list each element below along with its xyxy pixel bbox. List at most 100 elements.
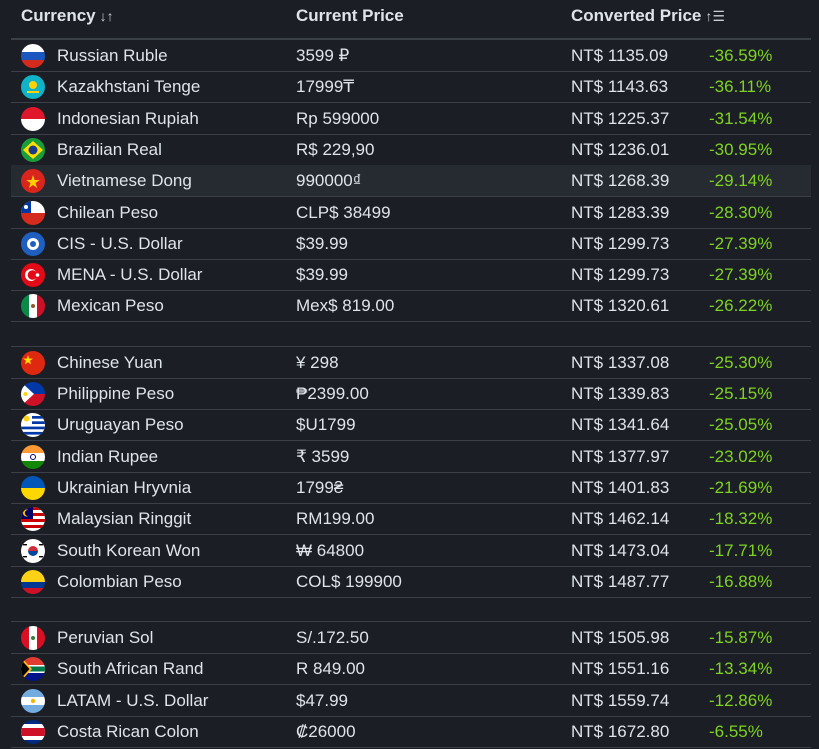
currency-name: LATAM - U.S. Dollar bbox=[57, 690, 209, 710]
currency-name: Malaysian Ringgit bbox=[57, 509, 192, 529]
table-row[interactable]: Colombian Peso COL$ 199900 NT$ 1487.77 -16.… bbox=[11, 566, 811, 598]
currency-header-label: Currency bbox=[21, 6, 96, 25]
kz-flag-icon bbox=[21, 75, 45, 100]
table-row[interactable]: Chinese Yuan ¥ 298 NT$ 1337.08 -25.30% bbox=[11, 347, 811, 379]
percent-difference: -28.30% bbox=[709, 202, 773, 222]
currency-name: MENA - U.S. Dollar bbox=[57, 265, 203, 285]
converted-price: NT$ 1299.73 bbox=[571, 233, 670, 253]
current-price: ₹ 3599 bbox=[296, 446, 350, 466]
za-flag-icon bbox=[21, 657, 45, 682]
current-price: ₡26000 bbox=[296, 722, 356, 741]
percent-difference: -15.87% bbox=[709, 628, 773, 648]
converted-price-column-header[interactable]: Converted Price ↑☰ bbox=[571, 6, 725, 26]
current-price: ₩ 64800 bbox=[296, 540, 365, 560]
percent-difference: -26.22% bbox=[709, 296, 773, 316]
ru-flag-icon bbox=[21, 44, 45, 68]
table-row[interactable]: Costa Rican Colon ₡26000 NT$ 1672.80 -6.55% bbox=[11, 716, 811, 748]
currency-name: Costa Rican Colon bbox=[57, 722, 199, 741]
table-row[interactable]: Brazilian Real R$ 229,90 NT$ 1236.01 -30.95… bbox=[11, 134, 811, 166]
converted-price: NT$ 1283.39 bbox=[571, 202, 670, 222]
currency-name: South African Rand bbox=[57, 659, 204, 679]
converted-price: NT$ 1339.83 bbox=[571, 384, 670, 403]
current-price: 990000₫ bbox=[296, 171, 362, 191]
converted-price: NT$ 1143.63 bbox=[571, 77, 669, 97]
price-table: Russian Ruble 3599 ₽ NT$ 1135.09 -36.59% Kaz… bbox=[11, 38, 811, 749]
br-flag-icon bbox=[21, 137, 45, 162]
mena-flag-icon bbox=[21, 263, 45, 288]
converted-price: NT$ 1473.04 bbox=[571, 540, 670, 560]
percent-difference: -21.69% bbox=[709, 477, 773, 497]
current-price-column-header[interactable]: Current Price bbox=[296, 6, 404, 26]
percent-difference: -12.86% bbox=[709, 690, 773, 710]
converted-price: NT$ 1299.73 bbox=[571, 265, 670, 285]
percent-difference: -16.88% bbox=[709, 571, 773, 591]
table-row[interactable]: LATAM - U.S. Dollar $47.99 NT$ 1559.74 -12.… bbox=[11, 685, 811, 717]
my-flag-icon bbox=[21, 507, 45, 532]
table-row[interactable]: MENA - U.S. Dollar $39.99 NT$ 1299.73 -27.3… bbox=[11, 259, 811, 292]
current-price: Rp 599000 bbox=[296, 108, 380, 128]
converted-price: NT$ 1551.16 bbox=[571, 659, 670, 679]
table-row[interactable]: Russian Ruble 3599 ₽ NT$ 1135.09 -36.59% bbox=[11, 40, 811, 72]
table-row[interactable]: Indonesian Rupiah Rp 599000 NT$ 1225.37 -31… bbox=[11, 103, 811, 135]
percent-difference: -30.95% bbox=[709, 139, 773, 159]
table-row[interactable]: Ukrainian Hryvnia 1799₴ NT$ 1401.83 -21.69% bbox=[11, 472, 811, 504]
converted-price: NT$ 1505.98 bbox=[571, 628, 670, 648]
table-header: Currency ↓↑ Current Price Converted Pric… bbox=[0, 0, 819, 36]
percent-difference: -23.02% bbox=[709, 446, 773, 466]
id-flag-icon bbox=[21, 106, 45, 131]
converted-price: NT$ 1487.77 bbox=[571, 571, 670, 591]
ua-flag-icon bbox=[21, 475, 45, 500]
currency-name: Chilean Peso bbox=[57, 202, 159, 222]
current-price-header-label: Current Price bbox=[296, 6, 404, 25]
current-price: S/.172.50 bbox=[296, 628, 369, 648]
converted-price: NT$ 1135.09 bbox=[571, 46, 669, 65]
table-row[interactable]: CIS - U.S. Dollar $39.99 NT$ 1299.73 -27.39… bbox=[11, 228, 811, 260]
currency-name: Peruvian Sol bbox=[57, 628, 154, 648]
percent-difference: -18.32% bbox=[709, 509, 773, 529]
table-row[interactable]: Kazakhstani Tenge 17999₸ NT$ 1143.63 -36.11… bbox=[11, 71, 811, 104]
table-row[interactable]: Mexican Peso Mex$ 819.00 NT$ 1320.61 -26.22… bbox=[11, 290, 811, 323]
sort-ascending-icon[interactable]: ↑☰ bbox=[705, 8, 725, 25]
percent-difference: -31.54% bbox=[709, 108, 773, 128]
table-row[interactable]: South Korean Won ₩ 64800 NT$ 1473.04 -17.71… bbox=[11, 535, 811, 567]
current-price: RM199.00 bbox=[296, 509, 375, 529]
percent-difference: -27.39% bbox=[709, 265, 773, 285]
sort-updown-icon[interactable]: ↓↑ bbox=[100, 8, 114, 24]
table-row[interactable]: Malaysian Ringgit RM199.00 NT$ 1462.14 -18.… bbox=[11, 503, 811, 536]
table-row[interactable]: Philippine Peso ₱2399.00 NT$ 1339.83 -25.15… bbox=[11, 378, 811, 410]
table-row[interactable]: Chilean Peso CLP$ 38499 NT$ 1283.39 -28.30% bbox=[11, 197, 811, 229]
current-price: $39.99 bbox=[296, 233, 348, 253]
current-price: 17999₸ bbox=[296, 77, 355, 97]
converted-price: NT$ 1462.14 bbox=[571, 509, 670, 529]
table-row[interactable]: Vietnamese Dong 990000₫ NT$ 1268.39 -29.14% bbox=[11, 165, 811, 198]
table-row[interactable]: South African Rand R 849.00 NT$ 1551.16 -13… bbox=[11, 653, 811, 686]
current-price: Mex$ 819.00 bbox=[296, 296, 395, 316]
percent-difference: -27.39% bbox=[709, 233, 773, 253]
mx-flag-icon bbox=[21, 294, 45, 319]
converted-price: NT$ 1559.74 bbox=[571, 690, 670, 710]
currency-column-header[interactable]: Currency ↓↑ bbox=[21, 6, 114, 26]
currency-name: Mexican Peso bbox=[57, 296, 164, 316]
cl-flag-icon bbox=[21, 200, 45, 225]
percent-difference: -29.14% bbox=[709, 171, 773, 191]
current-price: ¥ 298 bbox=[296, 352, 339, 372]
table-row[interactable]: Peruvian Sol S/.172.50 NT$ 1505.98 -15.87% bbox=[11, 622, 811, 655]
vn-flag-icon bbox=[21, 169, 45, 194]
percent-difference: -6.55% bbox=[709, 722, 763, 741]
pe-flag-icon bbox=[21, 626, 45, 651]
kr-flag-icon bbox=[21, 538, 45, 563]
percent-difference: -25.15% bbox=[709, 384, 773, 403]
converted-price: NT$ 1320.61 bbox=[571, 296, 670, 316]
ar-flag-icon bbox=[21, 688, 45, 713]
percent-difference: -13.34% bbox=[709, 659, 773, 679]
currency-name: Brazilian Real bbox=[57, 139, 162, 159]
converted-price: NT$ 1225.37 bbox=[571, 108, 670, 128]
converted-price: NT$ 1268.39 bbox=[571, 171, 670, 191]
table-row[interactable]: Indian Rupee ₹ 3599 NT$ 1377.97 -23.02% bbox=[11, 441, 811, 473]
table-row[interactable]: Uruguayan Peso $U1799 NT$ 1341.64 -25.05% bbox=[11, 409, 811, 442]
currency-name: CIS - U.S. Dollar bbox=[57, 233, 183, 253]
converted-price: NT$ 1401.83 bbox=[571, 477, 670, 497]
currency-name: Colombian Peso bbox=[57, 571, 182, 591]
currency-name: Indian Rupee bbox=[57, 446, 159, 466]
percent-difference: -25.05% bbox=[709, 415, 773, 435]
